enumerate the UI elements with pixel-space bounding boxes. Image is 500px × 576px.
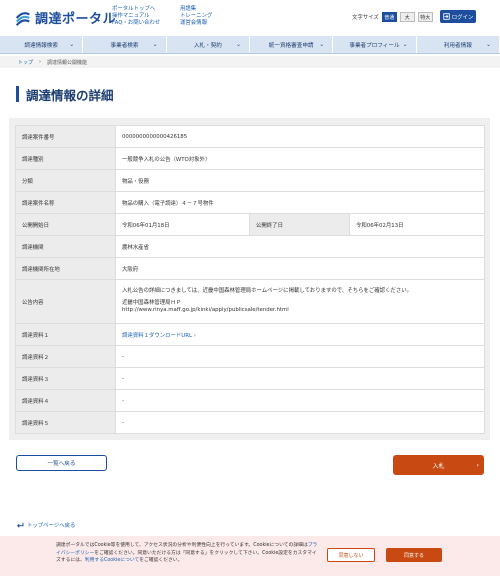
- global-nav: 調達情報検索 ⌄ 事業者検索 ⌄ 入札・契約 ⌄ 統一資格審査申請 ⌄ 事業者プロフィー…: [0, 36, 500, 54]
- font-size-xlarge-button[interactable]: 特大: [417, 12, 433, 22]
- detail-panel: 調達案件番号 0000000000000426185 調達種別 一般競争入札の公…: [9, 118, 490, 440]
- table-row: 調達種別 一般競争入札の公告（WTO対象外）: [15, 147, 486, 170]
- cookie-settings-link[interactable]: 利用するCookieについて: [85, 558, 139, 563]
- chevron-down-icon: ⌄: [485, 41, 491, 48]
- page-title: 調達情報の詳細: [16, 86, 114, 103]
- publish-start-date: 令和06年01月18日: [115, 213, 250, 236]
- nav-procurement-search[interactable]: 調達情報検索 ⌄: [0, 36, 84, 53]
- logo-text: 調達ポータル: [35, 12, 117, 27]
- site-logo[interactable]: 調達ポータル: [14, 8, 116, 27]
- return-arrow-icon: [17, 522, 24, 528]
- org-location: 大阪府: [114, 257, 486, 280]
- font-size-switcher: 文字サイズ 普通 大 特大: [352, 12, 433, 22]
- portal-top-link[interactable]: ポータルトップへ: [112, 6, 160, 13]
- nav-business-profile[interactable]: 事業者プロフィール ⌄: [333, 36, 417, 53]
- table-row: 調達案件名称 物品の購入（電子調達）４－７号物件: [15, 191, 486, 214]
- procurement-type: 一般競争入札の公告（WTO対象外）: [114, 147, 486, 170]
- operator-info-link[interactable]: 運営会情報: [180, 20, 212, 27]
- login-button[interactable]: ログイン: [440, 10, 476, 23]
- notice-content: 入札公告の詳細につきましては、近畿中国森林管理局ホームページに掲載しておりますの…: [114, 279, 486, 324]
- bid-button[interactable]: 入札 ›: [393, 455, 484, 475]
- nav-user-info[interactable]: 利用者情報 ⌄: [417, 36, 500, 53]
- cookie-deny-button[interactable]: 同意しない: [327, 548, 375, 562]
- external-link-icon: ›: [193, 332, 196, 339]
- chevron-down-icon: ⌄: [402, 41, 408, 48]
- table-row: 調達資料５ -: [15, 411, 486, 434]
- site-header: 調達ポータル ポータルトップへ 操作マニュアル FAQ・お問い合わせ 用語集 ト…: [0, 0, 500, 34]
- manual-link[interactable]: 操作マニュアル: [112, 13, 160, 20]
- table-row: 公開開始日 令和06年01月18日 公開終了日 令和06年02月13日: [15, 213, 486, 236]
- nav-qualification[interactable]: 統一資格審査申請 ⌄: [250, 36, 334, 53]
- glossary-link[interactable]: 用語集: [180, 6, 212, 13]
- login-icon: [442, 13, 450, 20]
- breadcrumb-home[interactable]: トップ: [18, 59, 33, 66]
- chevron-down-icon: ⌄: [319, 41, 325, 48]
- table-row: 調達資料２ -: [15, 345, 486, 368]
- table-row: 分類 物品・役務: [15, 169, 486, 192]
- font-size-normal-button[interactable]: 普通: [381, 12, 397, 22]
- back-to-list-button[interactable]: 一覧へ戻る: [16, 455, 107, 471]
- doc1-download-link[interactable]: 調達資料１ダウンロードURL: [122, 333, 192, 339]
- breadcrumb: トップ › 調達情報公開機能: [0, 56, 500, 68]
- chevron-down-icon: ⌄: [235, 41, 241, 48]
- header-links-primary: ポータルトップへ 操作マニュアル FAQ・お問い合わせ: [112, 6, 160, 27]
- cookie-agree-button[interactable]: 同意する: [386, 548, 442, 562]
- back-to-top-link[interactable]: トップページへ戻る: [16, 521, 75, 529]
- training-link[interactable]: トレーニング: [180, 13, 212, 20]
- category: 物品・役務: [114, 169, 486, 192]
- chevron-right-icon: ›: [39, 59, 42, 65]
- font-size-label: 文字サイズ: [352, 15, 379, 21]
- procurement-org: 農林水産省: [114, 235, 486, 258]
- chevron-down-icon: ⌄: [152, 41, 158, 48]
- case-number: 0000000000000426185: [114, 125, 486, 148]
- header-links-secondary: 用語集 トレーニング 運営会情報: [180, 6, 212, 27]
- chevron-right-icon: ›: [476, 461, 479, 469]
- chevron-down-icon: ⌄: [69, 41, 75, 48]
- nav-business-search[interactable]: 事業者検索 ⌄: [83, 36, 167, 53]
- table-row: 調達資料１ 調達資料１ダウンロードURL ›: [15, 323, 486, 346]
- logo-icon: [15, 11, 30, 26]
- cookie-message: 調達ポータルではCookie等を使用して、アクセス状況の分析や利便性向上を行って…: [56, 543, 318, 563]
- table-row: 調達資料３ -: [15, 367, 486, 390]
- cookie-banner: 調達ポータルではCookie等を使用して、アクセス状況の分析や利便性向上を行って…: [0, 536, 500, 576]
- table-row: 調達機関所在地 大阪府: [15, 257, 486, 280]
- detail-table: 調達案件番号 0000000000000426185 調達種別 一般競争入札の公…: [15, 125, 486, 434]
- case-name: 物品の購入（電子調達）４－７号物件: [114, 191, 486, 214]
- table-row: 調達案件番号 0000000000000426185: [15, 125, 486, 148]
- bid-button-label: 入札: [432, 462, 445, 470]
- nav-bid-contract[interactable]: 入札・契約 ⌄: [167, 36, 250, 53]
- login-label: ログイン: [451, 14, 474, 21]
- faq-link[interactable]: FAQ・お問い合わせ: [112, 20, 160, 27]
- font-size-large-button[interactable]: 大: [399, 12, 415, 22]
- table-row: 公告内容 入札公告の詳細につきましては、近畿中国森林管理局ホームページに掲載して…: [15, 279, 486, 324]
- breadcrumb-current: 調達情報公開機能: [47, 59, 88, 66]
- publish-end-date: 令和06年02月13日: [348, 213, 486, 236]
- table-row: 調達機関 農林水産省: [15, 235, 486, 258]
- table-row: 調達資料４ -: [15, 389, 486, 412]
